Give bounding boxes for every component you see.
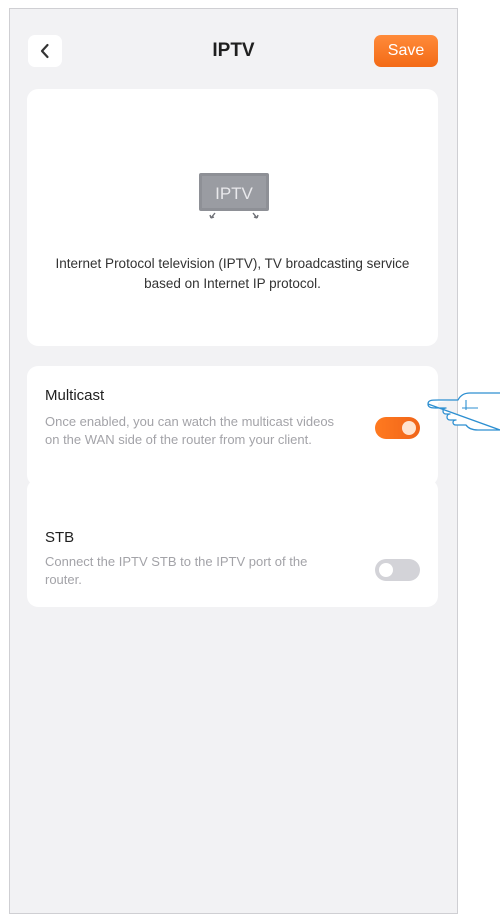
tv-icon-label: IPTV xyxy=(215,184,253,203)
intro-card: IPTV Internet Protocol television (IPTV)… xyxy=(27,89,438,346)
multicast-description: Once enabled, you can watch the multicas… xyxy=(45,414,335,447)
toggle-knob xyxy=(379,563,393,577)
save-button[interactable]: Save xyxy=(374,35,438,67)
stb-title: STB xyxy=(45,529,75,546)
tv-icon: IPTV xyxy=(199,173,269,219)
multicast-toggle[interactable] xyxy=(375,417,420,439)
toggle-knob xyxy=(402,421,416,435)
stb-description: Connect the IPTV STB to the IPTV port of… xyxy=(45,554,308,587)
stb-toggle[interactable] xyxy=(375,559,420,581)
intro-description: Internet Protocol television (IPTV), TV … xyxy=(55,256,410,291)
multicast-title: Multicast xyxy=(45,387,105,404)
stb-card: STB Connect the IPTV STB to the IPTV por… xyxy=(27,479,438,607)
pointing-hand-icon xyxy=(427,392,500,431)
phone-screen: IPTV Save IPTV Internet Protocol televis… xyxy=(9,8,458,914)
multicast-card: Multicast Once enabled, you can watch th… xyxy=(27,366,438,486)
